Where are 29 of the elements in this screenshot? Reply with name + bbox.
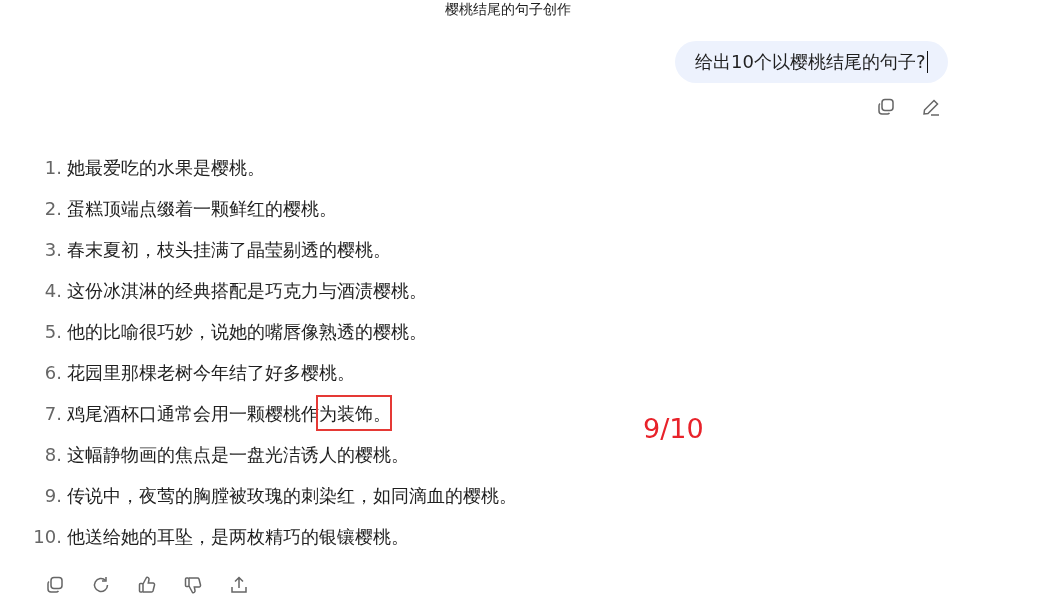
sentence: 他送给她的耳坠，是两枚精巧的银镶樱桃。 — [67, 524, 409, 549]
list-number: 2. — [43, 198, 62, 219]
sentence: 传说中，夜莺的胸膛被玫瑰的刺染红，如同滴血的樱桃。 — [67, 483, 517, 508]
sentence: 蛋糕顶端点缀着一颗鲜红的樱桃。 — [67, 196, 337, 221]
sentence: 这幅静物画的焦点是一盘光洁诱人的樱桃。 — [67, 442, 409, 467]
sentence: 她最爱吃的水果是樱桃。 — [67, 155, 265, 180]
list-number: 1. — [43, 157, 62, 178]
copy-icon[interactable] — [45, 575, 65, 595]
share-icon[interactable] — [229, 575, 249, 595]
edit-icon[interactable] — [921, 97, 941, 117]
thumbs-up-icon[interactable] — [137, 575, 157, 595]
sentence: 他的比喻很巧妙，说她的嘴唇像熟透的樱桃。 — [67, 319, 427, 344]
list-number: 7. — [43, 403, 62, 424]
sentence: 春末夏初，枝头挂满了晶莹剔透的樱桃。 — [67, 237, 391, 262]
list-number: 6. — [43, 362, 62, 383]
list-number: 8. — [43, 444, 62, 465]
user-message: 给出10个以樱桃结尾的句子? — [675, 41, 948, 83]
list-number: 5. — [43, 321, 62, 342]
thumbs-down-icon[interactable] — [183, 575, 203, 595]
sentence: 这份冰淇淋的经典搭配是巧克力与酒渍樱桃。 — [67, 278, 427, 303]
list-number: 10. — [32, 526, 62, 547]
sentence: 花园里那棵老树今年结了好多樱桃。 — [67, 360, 355, 385]
list-number: 9. — [43, 485, 62, 506]
list-number: 3. — [43, 239, 62, 260]
chat-title: 樱桃结尾的句子创作 — [443, 0, 572, 19]
list-number: 4. — [43, 280, 62, 301]
refresh-icon[interactable] — [91, 575, 111, 595]
score-annotation: 9/10 — [643, 413, 704, 444]
copy-icon[interactable] — [876, 97, 896, 117]
